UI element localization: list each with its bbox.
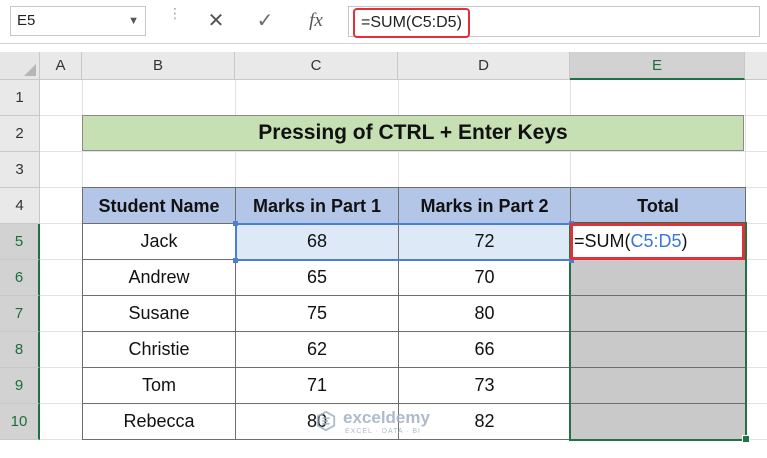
exceldemy-logo-icon bbox=[316, 410, 336, 432]
cell-total[interactable] bbox=[571, 368, 746, 404]
cell-student-name[interactable]: Susane bbox=[82, 296, 236, 332]
cell-marks-part-2[interactable]: 66 bbox=[399, 332, 571, 368]
row-header-7[interactable]: 7 bbox=[0, 296, 40, 332]
column-header-e[interactable]: E bbox=[570, 52, 745, 80]
fill-handle[interactable] bbox=[742, 435, 750, 443]
name-box-value: E5 bbox=[17, 12, 36, 29]
cancel-icon[interactable]: ✕ bbox=[196, 6, 236, 36]
reference-handle[interactable] bbox=[233, 258, 238, 263]
active-cell-formula-prefix: =SUM( bbox=[574, 231, 631, 251]
cell-student-name[interactable]: Jack bbox=[82, 224, 236, 260]
header-marks-part-2[interactable]: Marks in Part 2 bbox=[399, 187, 571, 224]
cell-total[interactable] bbox=[571, 332, 746, 368]
row-header-5[interactable]: 5 bbox=[0, 224, 40, 260]
row-header-4[interactable]: 4 bbox=[0, 188, 40, 224]
formula-input[interactable]: =SUM(C5:D5) bbox=[348, 6, 760, 38]
cell-total[interactable] bbox=[571, 296, 746, 332]
active-cell-editor[interactable]: =SUM(C5:D5) bbox=[570, 223, 745, 260]
cell-marks-part-2[interactable]: 73 bbox=[399, 368, 571, 404]
cell-marks-part-1[interactable]: 65 bbox=[236, 260, 399, 296]
column-header-c[interactable]: C bbox=[235, 52, 398, 80]
header-student-name[interactable]: Student Name bbox=[82, 187, 236, 224]
row-header-2[interactable]: 2 bbox=[0, 116, 40, 152]
row-header-8[interactable]: 8 bbox=[0, 332, 40, 368]
formula-text: =SUM(C5:D5) bbox=[353, 8, 470, 38]
active-cell-formula-suffix: ) bbox=[681, 231, 688, 251]
header-marks-part-1[interactable]: Marks in Part 1 bbox=[236, 187, 399, 224]
cell-student-name[interactable]: Andrew bbox=[82, 260, 236, 296]
watermark-name: exceldemy bbox=[343, 408, 430, 427]
cell-marks-part-2[interactable]: 80 bbox=[399, 296, 571, 332]
cell-total[interactable] bbox=[571, 404, 746, 440]
reference-handle[interactable] bbox=[233, 221, 238, 226]
watermark-tagline: EXCEL · DATA · BI bbox=[345, 428, 421, 435]
cell-marks-part-2[interactable]: 70 bbox=[399, 260, 571, 296]
formula-bar: E5 ▼ ⋮ ✕ ✓ fx =SUM(C5:D5) bbox=[0, 0, 767, 44]
cell-total[interactable] bbox=[571, 260, 746, 296]
insert-function-icon[interactable]: fx bbox=[296, 6, 336, 36]
cell-marks-part-1[interactable]: 68 bbox=[236, 224, 399, 260]
cell-marks-part-1[interactable]: 75 bbox=[236, 296, 399, 332]
row-header-9[interactable]: 9 bbox=[0, 368, 40, 404]
row-header-1[interactable]: 1 bbox=[0, 80, 40, 116]
cell-marks-part-1[interactable]: 62 bbox=[236, 332, 399, 368]
row-header-3[interactable]: 3 bbox=[0, 152, 40, 188]
cell-student-name[interactable]: Rebecca bbox=[82, 404, 236, 440]
row-header-6[interactable]: 6 bbox=[0, 260, 40, 296]
active-cell-formula-reference: C5:D5 bbox=[630, 231, 682, 251]
select-all-button[interactable] bbox=[0, 52, 40, 80]
cell-marks-part-2[interactable]: 72 bbox=[399, 224, 571, 260]
header-total[interactable]: Total bbox=[571, 187, 746, 224]
sheet-title[interactable]: Pressing of CTRL + Enter Keys bbox=[82, 115, 744, 151]
enter-icon[interactable]: ✓ bbox=[245, 6, 285, 36]
cell-student-name[interactable]: Christie bbox=[82, 332, 236, 368]
row-header-10[interactable]: 10 bbox=[0, 404, 40, 440]
cell-student-name[interactable]: Tom bbox=[82, 368, 236, 404]
name-box[interactable]: E5 ▼ bbox=[10, 6, 146, 36]
column-header-f[interactable] bbox=[745, 52, 767, 80]
cell-marks-part-1[interactable]: 71 bbox=[236, 368, 399, 404]
chevron-down-icon[interactable]: ▼ bbox=[128, 7, 139, 35]
column-header-d[interactable]: D bbox=[398, 52, 570, 80]
column-header-b[interactable]: B bbox=[82, 52, 235, 80]
more-options-icon[interactable]: ⋮ bbox=[168, 6, 182, 32]
column-header-a[interactable]: A bbox=[40, 52, 82, 80]
